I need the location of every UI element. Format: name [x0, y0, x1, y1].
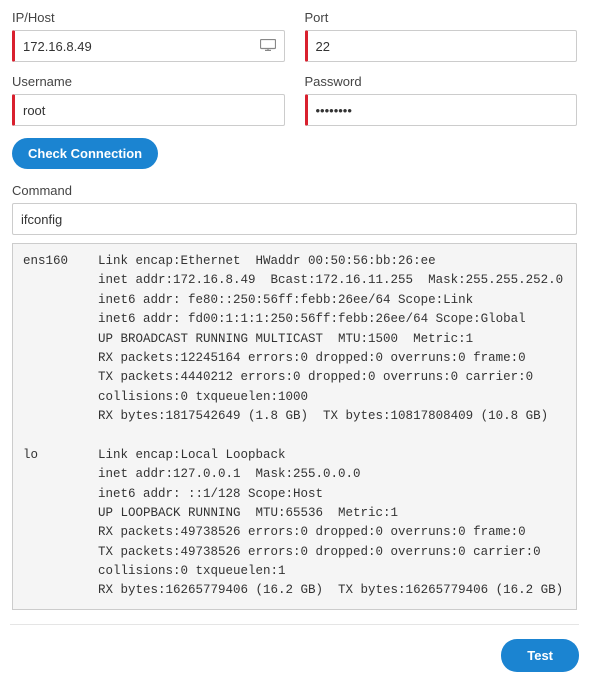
command-input[interactable]	[21, 212, 568, 227]
ssh-connection-form: IP/Host Port Username	[10, 10, 579, 610]
test-button[interactable]: Test	[501, 639, 579, 672]
password-label: Password	[305, 74, 578, 89]
ip-host-label: IP/Host	[12, 10, 285, 25]
username-input[interactable]	[23, 103, 276, 118]
command-output: ens160 Link encap:Ethernet HWaddr 00:50:…	[12, 243, 577, 610]
password-input[interactable]	[316, 103, 569, 118]
monitor-icon[interactable]	[254, 39, 276, 54]
port-field-wrapper[interactable]	[305, 30, 578, 62]
port-label: Port	[305, 10, 578, 25]
footer: Test	[10, 624, 579, 672]
username-label: Username	[12, 74, 285, 89]
command-label: Command	[12, 183, 577, 198]
password-field-wrapper[interactable]	[305, 94, 578, 126]
ip-host-field-wrapper[interactable]	[12, 30, 285, 62]
check-connection-button[interactable]: Check Connection	[12, 138, 158, 169]
port-input[interactable]	[316, 39, 569, 54]
command-field-wrapper[interactable]	[12, 203, 577, 235]
username-field-wrapper[interactable]	[12, 94, 285, 126]
ip-host-input[interactable]	[23, 39, 254, 54]
